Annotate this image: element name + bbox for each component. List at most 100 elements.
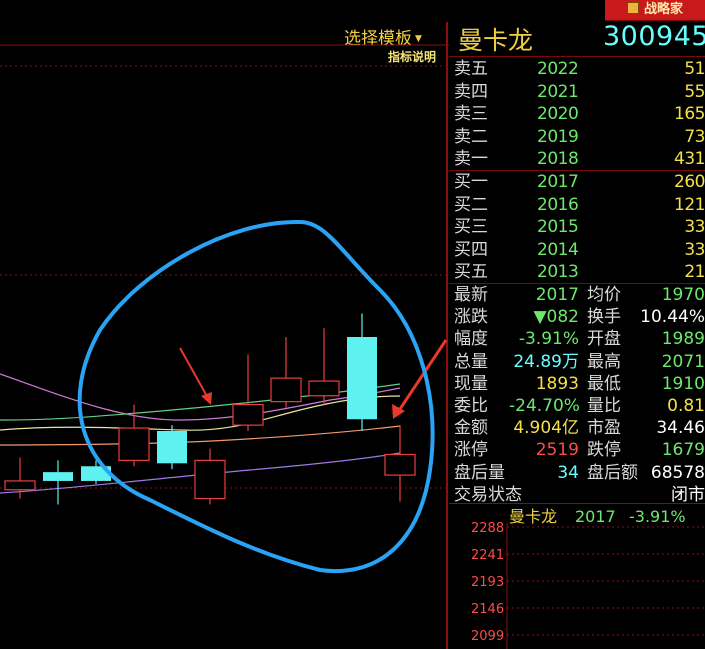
stat-label-2: 最低 bbox=[587, 373, 621, 394]
stat-label-2: 换手 bbox=[587, 307, 621, 328]
cube-icon bbox=[626, 2, 639, 14]
ma-line-purple bbox=[0, 373, 401, 421]
stat-value-2: 1679 bbox=[661, 440, 705, 461]
stat-row: 总量 24.89万 最高 2071 bbox=[449, 350, 705, 374]
ask-label: 卖四 bbox=[454, 81, 488, 102]
stat-value: 24.89万 bbox=[513, 351, 579, 372]
kline-chart[interactable] bbox=[0, 22, 449, 649]
stat-value-2: 2071 bbox=[661, 351, 705, 372]
stat-value: 1893 bbox=[535, 373, 579, 394]
stat-value-2: 34.46 bbox=[656, 418, 705, 439]
candle-body bbox=[384, 453, 416, 476]
stat-row: 现量 1893 最低 1910 bbox=[449, 372, 705, 396]
stat-label: 总量 bbox=[454, 351, 488, 372]
mini-chart[interactable]: 曼卡龙 2017 -3.91% 2288 2241 2193 2146 2099 bbox=[449, 503, 705, 649]
annotation-arrow-1 bbox=[179, 347, 209, 399]
strategist-button[interactable]: 战略家 bbox=[605, 0, 705, 21]
candle-body bbox=[232, 403, 264, 426]
bid-label: 买五 bbox=[454, 262, 488, 283]
stat-label: 现量 bbox=[454, 373, 488, 394]
mini-title-name: 曼卡龙 bbox=[509, 507, 557, 526]
ask-volume: 55 bbox=[684, 81, 705, 102]
stat-label: 涨停 bbox=[454, 440, 488, 461]
stat-row: 金额 4.904亿 市盈 34.46 bbox=[449, 416, 705, 440]
mini-price-tick: 2288 bbox=[471, 521, 504, 536]
mini-price-tick: 2099 bbox=[471, 629, 504, 644]
ask-row[interactable]: 卖二 2019 73 bbox=[449, 125, 705, 149]
mini-title-change: -3.91% bbox=[629, 507, 686, 526]
stat-row: 涨跌 ▼082 换手 10.44% bbox=[449, 305, 705, 329]
bid-row[interactable]: 买二 2016 121 bbox=[449, 193, 705, 217]
candle-body bbox=[347, 337, 377, 420]
stat-value-2: 1910 bbox=[661, 373, 705, 394]
stat-value: 34 bbox=[557, 462, 579, 483]
stat-row: 幅度 -3.91% 开盘 1989 bbox=[449, 327, 705, 351]
stock-name: 曼卡龙 bbox=[458, 26, 534, 55]
bid-label: 买四 bbox=[454, 239, 488, 260]
ma-line-yellow bbox=[0, 395, 401, 431]
candle-body bbox=[270, 377, 302, 403]
bid-label: 买三 bbox=[454, 217, 488, 238]
stat-label-2: 均价 bbox=[587, 285, 621, 305]
bid-volume: 121 bbox=[674, 194, 705, 215]
ask-row[interactable]: 卖三 2020 165 bbox=[449, 102, 705, 126]
stat-label-2: 市盈 bbox=[587, 418, 621, 439]
stat-value-2: 0.81 bbox=[667, 396, 705, 416]
stat-value: ▼082 bbox=[533, 307, 579, 328]
stat-value-2: 1989 bbox=[661, 329, 705, 350]
stat-value-2: 68578 bbox=[650, 462, 705, 483]
candle-body bbox=[4, 480, 36, 491]
bid-label: 买一 bbox=[454, 172, 488, 192]
top-bar bbox=[0, 0, 705, 22]
stat-row: 最新 2017 均价 1970 bbox=[449, 283, 705, 307]
ask-price: 2020 bbox=[537, 104, 579, 125]
candles-group bbox=[4, 313, 416, 505]
ask-label: 卖五 bbox=[454, 59, 488, 79]
stat-label-2: 最高 bbox=[587, 351, 621, 372]
bid-price: 2015 bbox=[537, 217, 579, 238]
ma-line-orange bbox=[0, 425, 401, 446]
bid-volume: 33 bbox=[684, 217, 705, 238]
mini-price-tick: 2146 bbox=[471, 602, 504, 617]
stat-label: 委比 bbox=[454, 396, 488, 416]
bid-row[interactable]: 买五 2013 21 bbox=[449, 260, 705, 284]
stat-label: 金额 bbox=[454, 418, 488, 439]
ask-row[interactable]: 卖四 2021 55 bbox=[449, 80, 705, 104]
candle-body bbox=[118, 427, 150, 461]
ask-label: 卖二 bbox=[454, 126, 488, 147]
ask-row[interactable]: 卖五 2022 51 bbox=[449, 57, 705, 81]
stat-row: 涨停 2519 跌停 1679 bbox=[449, 438, 705, 462]
bid-row[interactable]: 买四 2014 33 bbox=[449, 238, 705, 262]
ask-row[interactable]: 卖一 2018 431 bbox=[449, 147, 705, 171]
stat-value: 2017 bbox=[535, 285, 579, 305]
mini-price-tick: 2241 bbox=[471, 548, 504, 563]
strategist-label: 战略家 bbox=[643, 2, 683, 17]
candle-body bbox=[43, 472, 73, 481]
ask-label: 卖三 bbox=[454, 104, 488, 125]
candle-body bbox=[157, 431, 187, 464]
mini-price-tick: 2193 bbox=[471, 575, 504, 590]
annotation-arrow-2 bbox=[396, 339, 448, 413]
stat-row: 盘后量 34 盘后额 68578 bbox=[449, 461, 705, 485]
stat-value-2: 1970 bbox=[661, 285, 705, 305]
stat-label: 幅度 bbox=[454, 329, 488, 350]
ask-label: 卖一 bbox=[454, 149, 488, 170]
bid-row[interactable]: 买一 2017 260 bbox=[449, 170, 705, 194]
candle-body bbox=[308, 380, 340, 397]
bid-price: 2013 bbox=[537, 262, 579, 283]
bid-row[interactable]: 买三 2015 33 bbox=[449, 215, 705, 239]
ask-price: 2018 bbox=[537, 149, 579, 170]
stat-row: 委比 -24.70% 量比 0.81 bbox=[449, 394, 705, 418]
ask-volume: 73 bbox=[684, 126, 705, 147]
bid-label: 买二 bbox=[454, 194, 488, 215]
ask-volume: 51 bbox=[684, 59, 705, 79]
stat-label: 最新 bbox=[454, 285, 488, 305]
ask-volume: 431 bbox=[674, 149, 705, 170]
stat-label: 盘后量 bbox=[454, 462, 505, 483]
stat-label-2: 量比 bbox=[587, 396, 621, 416]
candle-body bbox=[194, 459, 226, 500]
bid-volume: 260 bbox=[674, 172, 705, 192]
stat-value: -3.91% bbox=[518, 329, 579, 350]
ask-price: 2022 bbox=[537, 59, 579, 79]
bid-price: 2017 bbox=[537, 172, 579, 192]
